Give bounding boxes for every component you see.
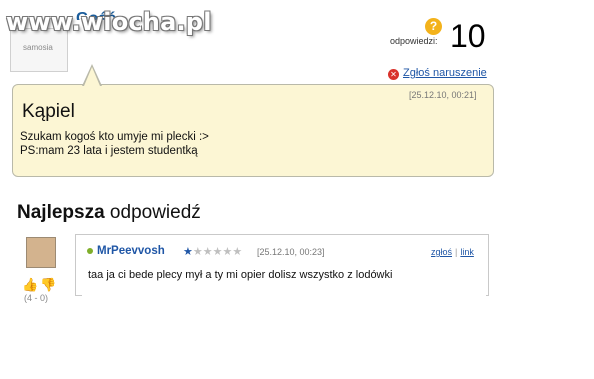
answers-count: 10 — [450, 18, 486, 54]
answer-report-link[interactable]: zgłoś — [431, 247, 452, 257]
answer-timestamp: [25.12.10, 00:23] — [257, 247, 325, 257]
question-body-line: PS:mam 23 lata i jestem studentką — [20, 145, 198, 157]
best-answer-heading-bold: Najlepsza — [17, 202, 105, 223]
answer-permalink[interactable]: link — [460, 247, 474, 257]
question-body: Szukam kogoś kto umyje mi plecki :> PS:m… — [20, 130, 209, 158]
report-violation-label: Zgłoś naruszenie — [403, 67, 487, 79]
answerer-name[interactable]: MrPeevvosh — [97, 245, 165, 257]
best-answer-heading: Najlepsza odpowiedź — [17, 202, 201, 224]
thumbs-down-icon[interactable]: 👎 — [40, 277, 56, 293]
question-timestamp: [25.12.10, 00:21] — [409, 90, 477, 100]
report-violation-link[interactable]: ✕ Zgłoś naruszenie — [388, 67, 487, 80]
rating-stars: ★★★★★★ — [183, 246, 243, 258]
report-icon: ✕ — [388, 69, 399, 80]
question-mark-icon: ? — [425, 18, 442, 35]
star-icon: ★ — [183, 246, 193, 258]
answer-links: zgłoś | link — [431, 247, 474, 257]
link-separator: | — [455, 247, 458, 257]
online-dot-icon — [87, 248, 93, 254]
question-title: Kąpiel — [22, 101, 75, 122]
answerer-avatar[interactable] — [26, 237, 56, 268]
answer-text-panel: taa ja ci bede plecy mył a ty mi opier d… — [82, 263, 486, 299]
vote-score: (4 - 0) — [24, 293, 49, 303]
answers-label: odpowiedzi: — [390, 36, 438, 46]
thumbs-up-icon[interactable]: 👍 — [22, 277, 38, 293]
watermark: www.wiocha.pl — [6, 8, 212, 36]
bubble-tail — [84, 67, 100, 86]
answer-text: taa ja ci bede plecy mył a ty mi opier d… — [88, 269, 393, 281]
question-body-line: Szukam kogoś kto umyje mi plecki :> — [20, 131, 209, 143]
asker-avatar-label: samosia — [23, 43, 53, 52]
best-answer-heading-rest: odpowiedź — [104, 202, 201, 223]
